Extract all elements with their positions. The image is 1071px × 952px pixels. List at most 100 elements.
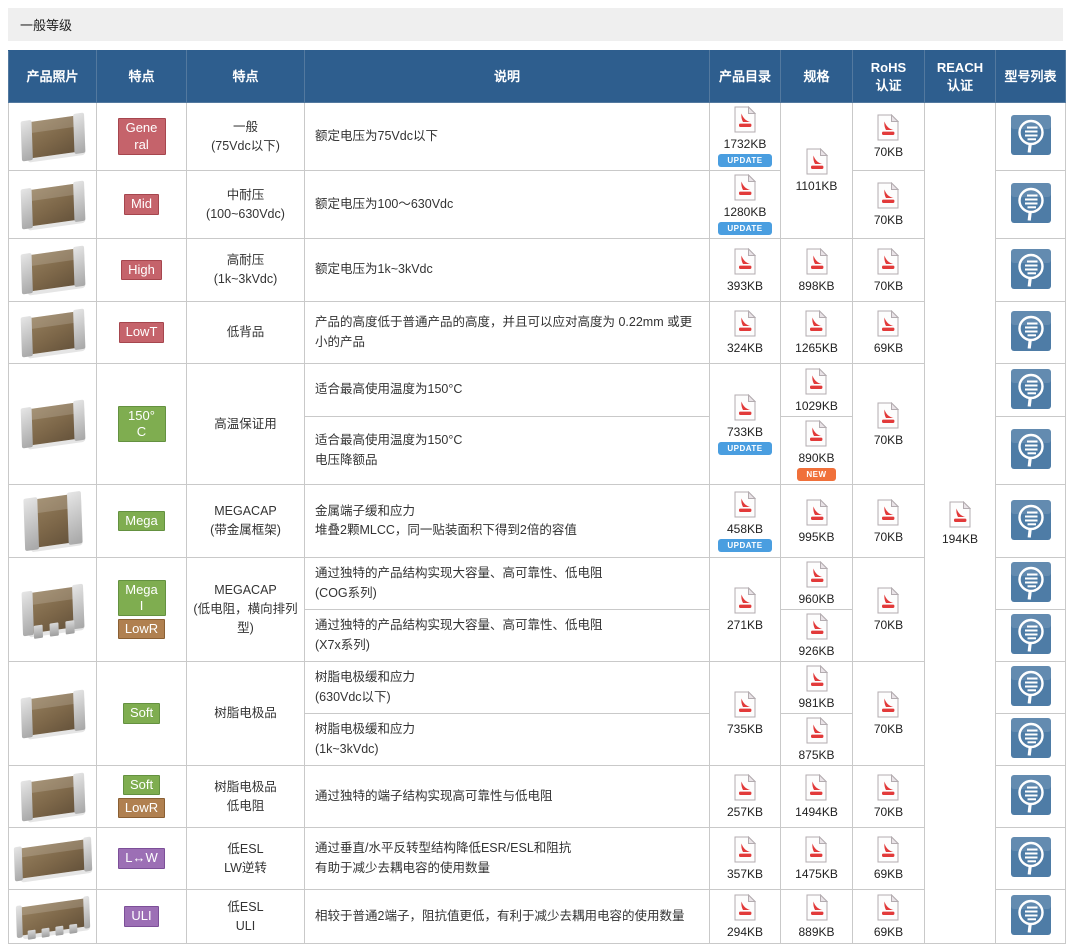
rohs-pdf-link[interactable]: 70KB — [874, 499, 903, 544]
catalog-cell: 735KB — [710, 662, 781, 766]
product-photo-cell — [9, 239, 97, 302]
rohs-pdf-link[interactable]: 70KB — [874, 248, 903, 293]
description-cell: 产品的高度低于普通产品的高度，并且可以应对高度为 0.22mm 或更小的产品 — [305, 302, 710, 364]
description-text: (COG系列) — [315, 584, 699, 603]
pdf-icon — [805, 852, 827, 866]
rohs-pdf-link[interactable]: 70KB — [874, 114, 903, 159]
reach-pdf-link[interactable]: 194KB — [942, 501, 978, 546]
model-list-icon[interactable] — [1011, 895, 1051, 935]
pdf-icon — [734, 910, 756, 924]
pdf-file-size: 1732KB — [718, 137, 771, 151]
pdf-icon — [806, 515, 828, 529]
rohs-pdf-link[interactable]: 70KB — [874, 774, 903, 819]
description-text: (630Vdc以下) — [315, 688, 699, 707]
spec-pdf-link[interactable]: 875KB — [798, 717, 834, 762]
catalog-pdf-link[interactable]: 1280KBUPDATE — [718, 174, 771, 235]
feature-text-cell: 低ESLULI — [187, 890, 305, 944]
feature-text-cell: 高耐压(1k~3kVdc) — [187, 239, 305, 302]
model-list-icon[interactable] — [1011, 837, 1051, 877]
pdf-file-size: 70KB — [874, 213, 903, 227]
rohs-pdf-link[interactable]: 70KB — [874, 587, 903, 632]
model-list-cell — [996, 610, 1066, 662]
model-list-cell — [996, 103, 1066, 171]
rohs-pdf-link[interactable]: 69KB — [874, 836, 903, 881]
spec-pdf-link[interactable]: 890KBNEW — [797, 420, 835, 481]
model-list-icon[interactable] — [1011, 311, 1051, 351]
catalog-pdf-link[interactable]: 1732KBUPDATE — [718, 106, 771, 167]
spec-pdf-link[interactable]: 995KB — [798, 499, 834, 544]
rohs-cell: 69KB — [853, 890, 925, 944]
pdf-icon — [805, 790, 827, 804]
spec-pdf-link[interactable]: 898KB — [798, 248, 834, 293]
model-list-cell — [996, 171, 1066, 239]
spec-pdf-link[interactable]: 1029KB — [795, 368, 838, 413]
description-text: 电压降额品 — [315, 451, 699, 470]
model-list-cell — [996, 558, 1066, 610]
spec-pdf-link[interactable]: 981KB — [798, 665, 834, 710]
mlcc-chip-photo — [13, 311, 92, 355]
pdf-icon — [734, 326, 756, 340]
model-list-cell — [996, 828, 1066, 890]
catalog-pdf-link[interactable]: 294KB — [727, 894, 763, 939]
pdf-file-size: 889KB — [798, 925, 834, 939]
rohs-cell: 70KB — [853, 239, 925, 302]
mega-i-badge: Mega I — [118, 580, 166, 617]
catalog-pdf-link[interactable]: 458KBUPDATE — [718, 491, 771, 552]
rohs-pdf-link[interactable]: 69KB — [874, 894, 903, 939]
feature-badge-cell: General — [97, 103, 187, 171]
pdf-icon — [734, 852, 756, 866]
rohs-pdf-link[interactable]: 70KB — [874, 182, 903, 227]
spec-pdf-link[interactable]: 1475KB — [795, 836, 838, 881]
description-text: 通过独特的产品结构实现大容量、高可靠性、低电阻 — [315, 564, 699, 583]
rohs-pdf-link[interactable]: 70KB — [874, 402, 903, 447]
model-list-icon[interactable] — [1011, 500, 1051, 540]
rohs-pdf-link[interactable]: 69KB — [874, 310, 903, 355]
feature-text: 高温保证用 — [191, 415, 300, 434]
table-row: MegaMEGACAP(带金属框架)金属端子缓和应力堆叠2颗MLCC，同一贴装面… — [9, 485, 1066, 558]
model-list-icon[interactable] — [1011, 183, 1051, 223]
catalog-pdf-link[interactable]: 357KB — [727, 836, 763, 881]
spec-pdf-link[interactable]: 926KB — [798, 613, 834, 658]
uli-badge: ULI — [124, 906, 158, 926]
pdf-icon — [877, 603, 899, 617]
soft-badge: Soft — [123, 775, 160, 795]
rohs-cell: 69KB — [853, 302, 925, 364]
header-feature: 特点 — [187, 51, 305, 103]
spec-pdf-link[interactable]: 1101KB — [796, 148, 838, 193]
spec-pdf-link[interactable]: 889KB — [798, 894, 834, 939]
model-list-icon[interactable] — [1011, 249, 1051, 289]
new-tag: NEW — [797, 468, 835, 481]
catalog-pdf-link[interactable]: 324KB — [727, 310, 763, 355]
catalog-cell: 733KBUPDATE — [710, 364, 781, 485]
pdf-icon — [734, 410, 756, 424]
spec-pdf-link[interactable]: 1494KB — [795, 774, 838, 819]
catalog-pdf-link[interactable]: 733KBUPDATE — [718, 394, 771, 455]
model-list-icon[interactable] — [1011, 614, 1051, 654]
mlcc-chip-photo — [13, 115, 92, 159]
catalog-pdf-link[interactable]: 735KB — [727, 691, 763, 736]
pdf-icon — [806, 577, 828, 591]
model-list-icon[interactable] — [1011, 429, 1051, 469]
rohs-pdf-link[interactable]: 70KB — [874, 691, 903, 736]
model-list-icon[interactable] — [1011, 115, 1051, 155]
feature-badge-cell: Mega — [97, 485, 187, 558]
spec-pdf-link[interactable]: 960KB — [798, 561, 834, 606]
model-list-icon[interactable] — [1011, 718, 1051, 758]
spec-pdf-link[interactable]: 1265KB — [795, 310, 838, 355]
spec-cell: 960KB — [781, 558, 853, 610]
pdf-icon — [877, 707, 899, 721]
model-list-icon[interactable] — [1011, 562, 1051, 602]
catalog-pdf-link[interactable]: 393KB — [727, 248, 763, 293]
model-list-icon[interactable] — [1011, 775, 1051, 815]
model-list-icon[interactable] — [1011, 369, 1051, 409]
feature-text-cell: 树脂电极品低电阻 — [187, 766, 305, 828]
model-list-icon[interactable] — [1011, 666, 1051, 706]
model-list-cell — [996, 766, 1066, 828]
header-rohs: RoHS认证 — [853, 51, 925, 103]
pdf-file-size: 1475KB — [795, 867, 838, 881]
pdf-icon — [877, 130, 899, 144]
catalog-pdf-link[interactable]: 271KB — [727, 587, 763, 632]
rohs-cell: 70KB — [853, 485, 925, 558]
pdf-icon — [877, 198, 899, 212]
catalog-pdf-link[interactable]: 257KB — [727, 774, 763, 819]
